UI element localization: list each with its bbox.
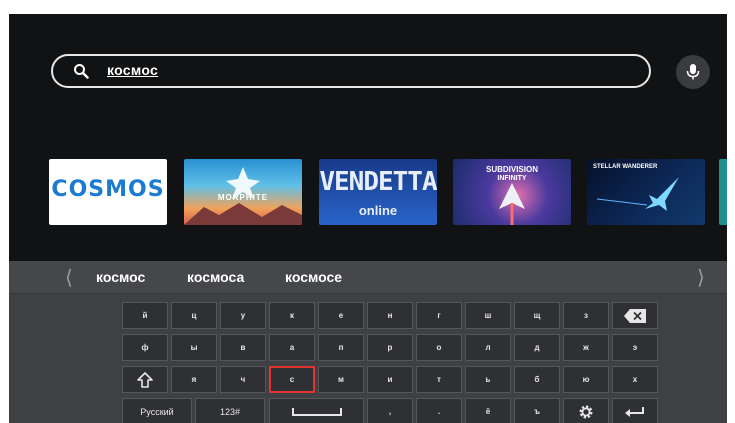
result-tile-subdivision[interactable]: SUBDIVISION INFINITY <box>453 159 571 225</box>
key[interactable]: о <box>416 334 462 361</box>
result-tile-morphite[interactable]: MORPHITE <box>184 159 302 225</box>
chevron-left-icon[interactable]: ⟨ <box>65 265 73 290</box>
key[interactable]: ю <box>563 366 609 393</box>
ship-icon <box>184 167 302 225</box>
key[interactable]: й <box>122 302 168 329</box>
key[interactable]: а <box>269 334 315 361</box>
key[interactable]: э <box>612 334 658 361</box>
key[interactable]: ё <box>465 398 511 423</box>
backspace-icon <box>624 308 646 323</box>
key[interactable]: ъ <box>514 398 560 423</box>
key[interactable]: к <box>269 302 315 329</box>
space-bar-icon <box>291 407 342 416</box>
search-icon <box>74 64 89 79</box>
key[interactable]: ы <box>171 334 217 361</box>
key[interactable]: х <box>612 366 658 393</box>
key[interactable]: щ <box>514 302 560 329</box>
suggestion-bar: ⟨ космос космоса космосе ⟩ <box>9 261 727 294</box>
key[interactable]: ж <box>563 334 609 361</box>
key[interactable]: п <box>318 334 364 361</box>
key[interactable]: ш <box>465 302 511 329</box>
key[interactable]: в <box>220 334 266 361</box>
backspace-key[interactable] <box>612 302 658 329</box>
key[interactable]: я <box>171 366 217 393</box>
tv-screen: космос COSMOS MORPHITE VENDETTA online S… <box>9 14 727 423</box>
results-row: COSMOS MORPHITE VENDETTA online SUBDIVIS… <box>9 159 727 225</box>
suggestion-3[interactable]: космосе <box>285 269 342 285</box>
result-tile-partial[interactable] <box>719 159 727 225</box>
key[interactable]: д <box>514 334 560 361</box>
enter-arrow-icon <box>625 406 644 417</box>
key[interactable]: , <box>367 398 413 423</box>
voice-search-button[interactable] <box>676 55 710 89</box>
search-query: космос <box>107 62 159 78</box>
key[interactable]: т <box>416 366 462 393</box>
microphone-icon <box>686 64 700 80</box>
settings-key[interactable] <box>563 398 609 423</box>
key[interactable]: р <box>367 334 413 361</box>
enter-key[interactable] <box>612 398 658 423</box>
on-screen-keyboard: ⟨ космос космоса космосе ⟩ й ц у к е н г… <box>9 261 727 423</box>
tile-title: MORPHITE <box>217 193 269 202</box>
tile-title: VENDETTA <box>319 167 437 197</box>
key[interactable]: б <box>514 366 560 393</box>
key[interactable]: . <box>416 398 462 423</box>
key-selected[interactable]: с <box>269 366 315 393</box>
tile-title: COSMOS <box>51 177 165 202</box>
key[interactable]: г <box>416 302 462 329</box>
space-key[interactable] <box>269 398 364 423</box>
language-key[interactable]: Русский <box>122 398 192 423</box>
shift-arrow-icon <box>137 371 153 388</box>
tile-subtitle: online <box>358 203 398 218</box>
key[interactable]: и <box>367 366 413 393</box>
tile-title: SUBDIVISION <box>485 165 538 174</box>
key[interactable]: л <box>465 334 511 361</box>
search-bar[interactable]: космос <box>51 54 651 88</box>
key[interactable]: у <box>220 302 266 329</box>
key[interactable]: ц <box>171 302 217 329</box>
suggestion-1[interactable]: космос <box>96 269 145 285</box>
tile-title: STELLAR WANDERER <box>593 164 658 170</box>
key[interactable]: з <box>563 302 609 329</box>
shift-key[interactable] <box>122 366 168 393</box>
tile-subtitle: INFINITY <box>497 175 527 182</box>
gear-icon <box>579 405 593 418</box>
key[interactable]: м <box>318 366 364 393</box>
result-tile-stellar-wanderer[interactable]: STELLAR WANDERER <box>587 159 705 225</box>
key[interactable]: е <box>318 302 364 329</box>
key[interactable]: н <box>367 302 413 329</box>
numbers-key[interactable]: 123# <box>195 398 265 423</box>
key[interactable]: ч <box>220 366 266 393</box>
key[interactable]: ф <box>122 334 168 361</box>
result-tile-vendetta[interactable]: VENDETTA online <box>319 159 437 225</box>
key[interactable]: ь <box>465 366 511 393</box>
result-tile-cosmos[interactable]: COSMOS <box>49 159 167 225</box>
suggestion-2[interactable]: космоса <box>187 269 244 285</box>
chevron-right-icon[interactable]: ⟩ <box>697 265 705 290</box>
